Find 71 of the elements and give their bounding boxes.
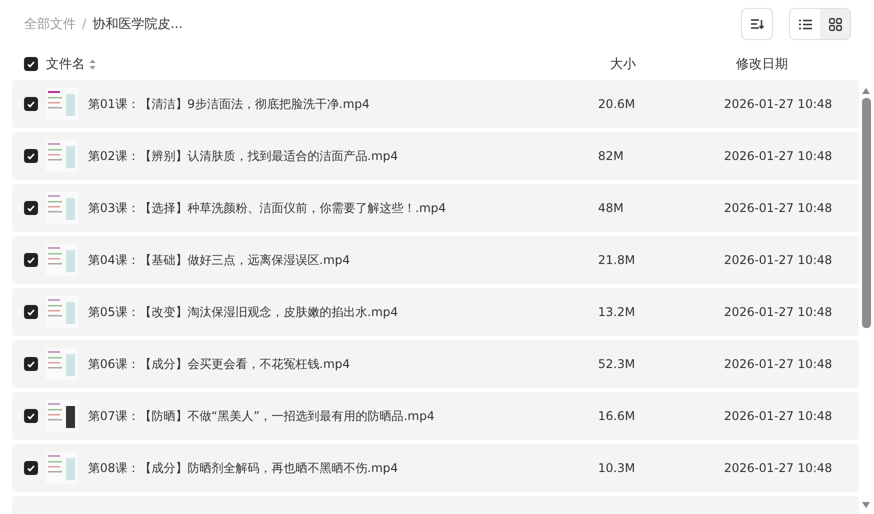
file-size: 52.3M	[598, 357, 636, 371]
modified-date: 2026-01-27 10:48	[724, 357, 832, 371]
grid-view-button[interactable]	[820, 9, 850, 39]
file-name: 第03课：【选择】种草洗颜粉、洁面仪前，你需要了解这些！.mp4	[88, 200, 448, 216]
row-checkbox[interactable]	[24, 305, 38, 319]
modified-date: 2026-01-27 10:48	[724, 409, 832, 423]
checkmark-icon	[27, 60, 35, 68]
video-thumbnail-drawing	[46, 192, 78, 224]
scroll-down-icon[interactable]	[862, 502, 870, 508]
checkmark-icon	[27, 360, 35, 368]
file-row[interactable]: 第03课：【选择】种草洗颜粉、洁面仪前，你需要了解这些！.mp4 48M 2026-01-27 10:48	[12, 184, 859, 232]
checkmark-icon	[27, 464, 35, 472]
video-thumbnail-drawing	[46, 452, 78, 484]
modified-date: 2026-01-27 10:48	[724, 97, 832, 111]
file-name: 第06课：【成分】会买更会看，不花冤枉钱.mp4	[88, 356, 352, 372]
breadcrumb-separator: /	[82, 16, 86, 32]
file-row[interactable]: 第01课：【清洁】9步洁面法，彻底把脸洗干净.mp4 20.6M 2026-01-27 10:48	[12, 80, 859, 128]
sort-button[interactable]	[741, 8, 773, 40]
file-name: 第04课：【基础】做好三点，远离保湿误区.mp4	[88, 252, 352, 268]
row-checkbox[interactable]	[24, 97, 38, 111]
modified-date: 2026-01-27 10:48	[724, 461, 832, 475]
file-name: 第01课：【清洁】9步洁面法，彻底把脸洗干净.mp4	[88, 96, 371, 112]
modified-date: 2026-01-27 10:48	[724, 253, 832, 267]
file-size: 48M	[598, 201, 625, 215]
row-checkbox[interactable]	[24, 149, 38, 163]
breadcrumb-item[interactable]: 协和医学院皮...	[92, 15, 183, 33]
video-thumbnail-drawing	[46, 88, 78, 120]
file-size: 13.2M	[598, 305, 636, 319]
file-row[interactable]: 第02课：【辨别】认清肤质，找到最适合的洁面产品.mp4 82M 2026-01-27 10:48	[12, 132, 859, 180]
list-icon	[798, 18, 812, 30]
sort-icon	[750, 18, 764, 30]
checkmark-icon	[27, 412, 35, 420]
row-checkbox[interactable]	[24, 253, 38, 267]
checkmark-icon	[27, 204, 35, 212]
row-checkbox[interactable]	[24, 461, 38, 475]
modified-date: 2026-01-27 10:48	[724, 201, 832, 215]
select-all-checkbox[interactable]	[24, 57, 38, 71]
file-name: 第07课：【防晒】不做“黑美人”，一招选到最有用的防晒品.mp4	[88, 408, 436, 424]
video-thumbnail-drawing	[46, 400, 78, 432]
file-size: 10.3M	[598, 461, 636, 475]
checkmark-icon	[27, 152, 35, 160]
file-size: 82M	[598, 149, 625, 163]
file-size: 20.6M	[598, 97, 636, 111]
grid-icon	[828, 18, 842, 30]
file-row[interactable]: 第08课：【成分】防晒剂全解码，再也晒不黑晒不伤.mp4 10.3M 2026-01-27 10:48	[12, 444, 859, 492]
checkmark-icon	[27, 256, 35, 264]
checkmark-icon	[27, 308, 35, 316]
video-thumbnail-drawing	[46, 348, 78, 380]
modified-date: 2026-01-27 10:48	[724, 305, 832, 319]
file-size: 21.8M	[598, 253, 636, 267]
file-row[interactable]: 第06课：【成分】会买更会看，不花冤枉钱.mp4 52.3M 2026-01-27 10:48	[12, 340, 859, 388]
file-name: 第08课：【成分】防晒剂全解码，再也晒不黑晒不伤.mp4	[88, 460, 400, 476]
file-size: 16.6M	[598, 409, 636, 423]
row-checkbox[interactable]	[24, 201, 38, 215]
column-header[interactable]: 文件名	[46, 55, 96, 73]
video-thumbnail-drawing	[46, 244, 78, 276]
file-row[interactable]: 第07课：【防晒】不做“黑美人”，一招选到最有用的防晒品.mp4 16.6M 2026-01-27 10:48	[12, 392, 859, 440]
file-name: 第02课：【辨别】认清肤质，找到最适合的洁面产品.mp4	[88, 148, 400, 164]
row-checkbox[interactable]	[24, 409, 38, 423]
scroll-up-icon[interactable]	[862, 88, 870, 94]
video-thumbnail-drawing	[46, 140, 78, 172]
file-name: 第05课：【改变】淘汰保湿旧观念，皮肤嫩的掐出水.mp4	[88, 304, 400, 320]
checkmark-icon	[27, 100, 35, 108]
file-row[interactable]: 第05课：【改变】淘汰保湿旧观念，皮肤嫩的掐出水.mp4 13.2M 2026-01-27 10:48	[12, 288, 859, 336]
modified-date: 2026-01-27 10:48	[724, 149, 832, 163]
row-checkbox[interactable]	[24, 357, 38, 371]
column-header[interactable]: 修改日期	[736, 55, 788, 73]
column-header[interactable]: 大小	[610, 55, 636, 73]
video-thumbnail-drawing	[46, 296, 78, 328]
file-row[interactable]: 第04课：【基础】做好三点，远离保湿误区.mp4 21.8M 2026-01-27 10:48	[12, 236, 859, 284]
sort-caret-icon	[89, 58, 96, 70]
